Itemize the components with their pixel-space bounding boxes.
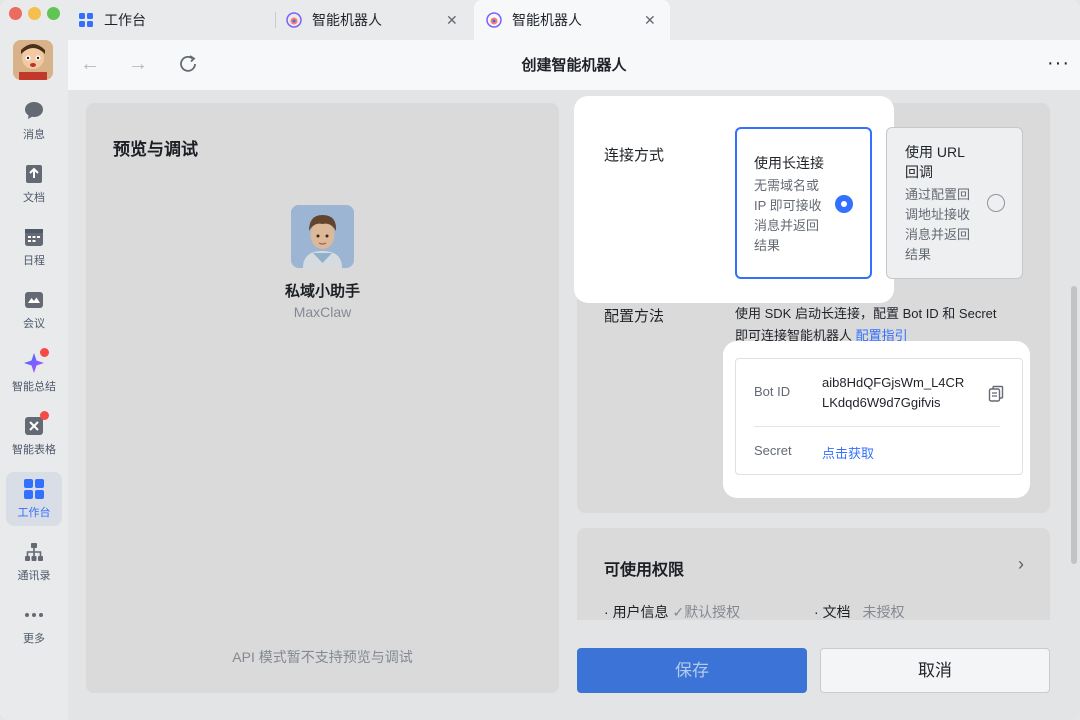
bot-id-value-line: aib8HdQFGjsWm_L4CR xyxy=(822,375,965,390)
sidebar-item-label: 会议 xyxy=(23,318,45,330)
permission-status: 未授权 xyxy=(862,604,905,620)
notification-badge xyxy=(40,348,49,357)
maximize-window-button[interactable] xyxy=(47,7,60,20)
credentials-box: Bot ID aib8HdQFGjsWm_L4CR LKdqd6W9d7Ggif… xyxy=(735,358,1023,475)
option-desc-line: 结果 xyxy=(905,247,932,262)
close-icon[interactable]: ✕ xyxy=(644,12,656,29)
minimize-window-button[interactable] xyxy=(28,7,41,20)
sidebar-item-calendar[interactable]: 日程 xyxy=(6,220,62,274)
tab-bot-2[interactable]: 智能机器人 ✕ xyxy=(474,0,670,40)
config-text-line: 使用 SDK 启动长连接，配置 Bot ID 和 Secret xyxy=(735,306,997,321)
permission-name: 文档 xyxy=(822,604,851,620)
sidebar-item-docs[interactable]: 文档 xyxy=(6,157,62,211)
permissions-title: 可使用权限 xyxy=(604,562,685,579)
config-method-label: 配置方法 xyxy=(604,308,665,325)
sidebar-item-label: 消息 xyxy=(23,129,45,141)
bot-subtitle: MaxClaw xyxy=(293,304,352,320)
sidebar-item-label: 智能总结 xyxy=(12,381,56,393)
sparkle-icon xyxy=(23,348,49,374)
video-icon xyxy=(23,289,45,311)
connection-label: 连接方式 xyxy=(604,147,665,164)
grid-icon xyxy=(23,478,45,500)
preview-title: 预览与调试 xyxy=(113,140,198,159)
bot-id-value: aib8HdQFGjsWm_L4CR LKdqd6W9d7Ggifvis xyxy=(822,373,982,413)
bot-name: 私域小助手 xyxy=(284,283,360,300)
copy-icon[interactable] xyxy=(988,385,1004,403)
radio-selected[interactable] xyxy=(835,195,853,213)
option-title-line: 使用 URL xyxy=(905,144,965,160)
sidebar-item-smart-summary[interactable]: 智能总结 xyxy=(6,346,62,400)
doc-icon xyxy=(23,163,45,185)
table-icon xyxy=(23,411,49,437)
get-secret-link[interactable]: 点击获取 xyxy=(822,443,874,462)
notification-badge xyxy=(40,411,49,420)
radio-unselected[interactable] xyxy=(987,194,1005,212)
tab-bot-1[interactable]: 智能机器人 ✕ xyxy=(286,0,472,40)
bot-id-value-line: LKdqd6W9d7Ggifvis xyxy=(822,395,941,410)
grid-icon xyxy=(78,12,94,28)
sidebar-item-smart-table[interactable]: 智能表格 xyxy=(6,409,62,463)
permission-name: 用户信息 xyxy=(612,604,669,620)
org-chart-icon xyxy=(23,541,45,563)
tab-label: 智能机器人 xyxy=(512,12,582,28)
bot-icon xyxy=(286,12,302,28)
option-title: 使用长连接 xyxy=(754,155,824,171)
option-desc-line: 调地址接收 xyxy=(905,207,971,222)
sidebar-item-label: 日程 xyxy=(23,255,45,267)
option-desc-line: 消息并返回 xyxy=(905,227,971,242)
bot-icon xyxy=(486,12,502,28)
secret-label: Secret xyxy=(754,443,792,458)
check-icon: ✓ xyxy=(672,604,685,620)
close-window-button[interactable] xyxy=(9,7,22,20)
option-desc-line: IP 即可接收 xyxy=(754,198,822,213)
cancel-button[interactable]: 取消 xyxy=(820,648,1050,693)
scrollbar[interactable] xyxy=(1071,286,1077,564)
sidebar-item-label: 更多 xyxy=(23,633,45,645)
page-title: 创建智能机器人 xyxy=(521,57,627,74)
nav-bar: ← → 创建智能机器人 ··· xyxy=(68,40,1080,90)
tab-workbench[interactable]: 工作台 xyxy=(78,0,146,40)
tab-separator xyxy=(275,12,276,28)
close-icon[interactable]: ✕ xyxy=(446,12,458,29)
option-desc-line: 结果 xyxy=(754,238,781,253)
app-window: 工作台 智能机器人 ✕ 智能机器人 ✕ 消息 文档 日程 会议 智能总结 智能表… xyxy=(0,0,1080,720)
tab-label: 智能机器人 xyxy=(312,12,382,28)
preview-unavailable-note: API 模式暂不支持预览与调试 xyxy=(232,649,413,665)
sidebar-item-workbench[interactable]: 工作台 xyxy=(6,472,62,526)
more-dots-icon xyxy=(23,604,45,626)
sidebar-item-label: 工作台 xyxy=(17,507,51,519)
more-options-button[interactable]: ··· xyxy=(1047,52,1070,75)
bot-avatar xyxy=(291,205,354,268)
tab-label: 工作台 xyxy=(104,12,146,28)
sidebar-item-messages[interactable]: 消息 xyxy=(6,94,62,148)
permission-status: 默认授权 xyxy=(684,604,741,620)
calendar-icon xyxy=(23,226,45,248)
user-avatar[interactable] xyxy=(13,40,53,80)
option-desc-line: 无需域名或 xyxy=(754,178,820,193)
sidebar-item-more[interactable]: 更多 xyxy=(6,598,62,652)
permission-item: · 用户信息 ✓默认授权 xyxy=(604,604,741,620)
sidebar-item-label: 通讯录 xyxy=(17,570,51,582)
url-callback-option[interactable]: 使用 URL 回调 通过配置回 调地址接收 消息并返回 结果 xyxy=(886,127,1023,279)
permission-item: · 文档 未授权 xyxy=(814,604,905,620)
long-connection-option[interactable]: 使用长连接 无需域名或 IP 即可接收 消息并返回 结果 xyxy=(735,127,872,279)
chat-bubble-icon xyxy=(23,100,45,122)
bot-id-label: Bot ID xyxy=(754,384,791,399)
option-desc-line: 通过配置回 xyxy=(905,187,971,202)
chevron-right-icon[interactable]: › xyxy=(1018,554,1024,575)
sidebar-item-label: 文档 xyxy=(23,192,45,204)
save-button[interactable]: 保存 xyxy=(577,648,807,693)
sidebar-item-meeting[interactable]: 会议 xyxy=(6,283,62,337)
option-desc-line: 消息并返回 xyxy=(754,218,820,233)
divider xyxy=(754,426,1000,427)
option-title-line: 回调 xyxy=(905,164,933,180)
sidebar-item-contacts[interactable]: 通讯录 xyxy=(6,535,62,589)
permissions-panel[interactable]: 可使用权限 › · 用户信息 ✓默认授权 · 文档 未授权 xyxy=(577,528,1050,620)
left-sidebar: 消息 文档 日程 会议 智能总结 智能表格 工作台 通讯录 更多 xyxy=(0,40,68,720)
title-bar: 工作台 智能机器人 ✕ 智能机器人 ✕ xyxy=(0,0,1080,40)
preview-panel: 预览与调试 私域小助手 MaxClaw API 模式暂不支持预览与调试 xyxy=(86,103,559,693)
sidebar-item-label: 智能表格 xyxy=(12,444,56,456)
